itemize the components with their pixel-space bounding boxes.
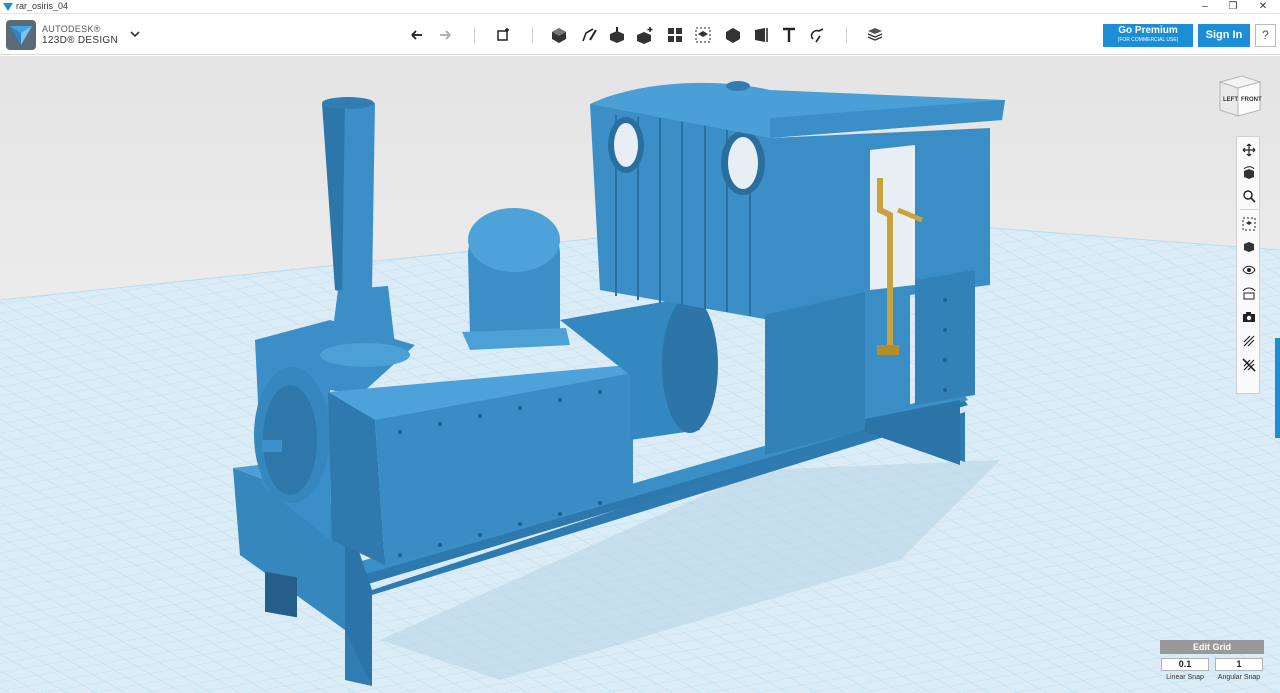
zoom-icon[interactable] bbox=[1239, 186, 1259, 206]
camera-icon[interactable] bbox=[1239, 307, 1259, 327]
brand-company: AUTODESK® bbox=[42, 24, 101, 34]
brand-product: 123D® DESIGN bbox=[42, 35, 118, 46]
app-icon bbox=[3, 3, 13, 11]
viewcube-left-label: LEFT bbox=[1223, 97, 1238, 103]
primitives-icon[interactable] bbox=[548, 24, 570, 46]
grid-snap-icon[interactable] bbox=[1239, 331, 1259, 351]
model-scene bbox=[0, 81, 1280, 693]
linear-snap-label: Linear Snap bbox=[1166, 674, 1204, 681]
transform-icon[interactable] bbox=[492, 24, 514, 46]
angular-snap-label: Angular Snap bbox=[1217, 674, 1261, 681]
viewcube[interactable]: LEFT FRONT bbox=[1212, 70, 1266, 124]
viewport-canvas[interactable]: LEFT FRONT Edit Grid 0.1 1 Linear Snap A… bbox=[0, 56, 1280, 693]
modify-icon[interactable] bbox=[634, 24, 656, 46]
construct-icon[interactable] bbox=[606, 24, 628, 46]
chevron-down-icon[interactable] bbox=[128, 27, 142, 41]
panel-scroll-tab[interactable] bbox=[1275, 338, 1280, 438]
main-toolbar: AUTODESK® 123D® DESIGN Go Premium (FOR C… bbox=[0, 15, 1280, 55]
visibility-icon[interactable] bbox=[1239, 260, 1259, 280]
pattern-icon[interactable] bbox=[664, 24, 686, 46]
minimize-button[interactable]: – bbox=[1190, 0, 1220, 14]
sketch-icon[interactable] bbox=[578, 24, 600, 46]
window-title: rar_osiris_04 bbox=[16, 1, 69, 11]
linear-snap-field[interactable]: 0.1 bbox=[1161, 658, 1209, 671]
grid-settings-panel: Edit Grid 0.1 1 Linear Snap Angular Snap bbox=[1160, 640, 1264, 690]
snap-icon[interactable] bbox=[806, 24, 828, 46]
undo-icon[interactable] bbox=[406, 24, 428, 46]
title-bar: rar_osiris_04 – ❐ ✕ bbox=[0, 0, 1280, 14]
edit-grid-button[interactable]: Edit Grid bbox=[1160, 640, 1264, 654]
premium-sublabel: (FOR COMMERCIAL USE) bbox=[1117, 37, 1179, 43]
pan-icon[interactable] bbox=[1239, 140, 1259, 160]
viewcube-front-label: FRONT bbox=[1241, 97, 1262, 103]
views-icon[interactable] bbox=[1239, 237, 1259, 257]
maximize-button[interactable]: ❐ bbox=[1218, 0, 1248, 14]
hide-grid-icon[interactable] bbox=[1239, 355, 1259, 375]
measure-icon[interactable] bbox=[750, 24, 772, 46]
fit-icon[interactable] bbox=[1239, 214, 1259, 234]
close-button[interactable]: ✕ bbox=[1248, 0, 1278, 14]
toolbar-divider bbox=[532, 27, 533, 43]
go-premium-button[interactable]: Go Premium (FOR COMMERCIAL USE) bbox=[1103, 24, 1193, 47]
material-icon[interactable] bbox=[864, 24, 886, 46]
combine-icon[interactable] bbox=[722, 24, 744, 46]
sign-in-button[interactable]: Sign In bbox=[1198, 24, 1250, 47]
nav-divider bbox=[1240, 209, 1258, 210]
materials-outlines-icon[interactable] bbox=[1239, 283, 1259, 303]
grouping-icon[interactable] bbox=[692, 24, 714, 46]
app-logo[interactable] bbox=[6, 20, 36, 50]
orbit-icon[interactable] bbox=[1239, 163, 1259, 183]
toolbar-divider bbox=[846, 27, 847, 43]
premium-label: Go Premium bbox=[1118, 25, 1178, 36]
text-icon[interactable] bbox=[778, 24, 800, 46]
angular-snap-field[interactable]: 1 bbox=[1215, 658, 1263, 671]
help-button[interactable]: ? bbox=[1255, 24, 1276, 47]
navigation-bar bbox=[1236, 136, 1260, 394]
toolbar-divider bbox=[474, 27, 475, 43]
redo-icon[interactable] bbox=[434, 24, 456, 46]
